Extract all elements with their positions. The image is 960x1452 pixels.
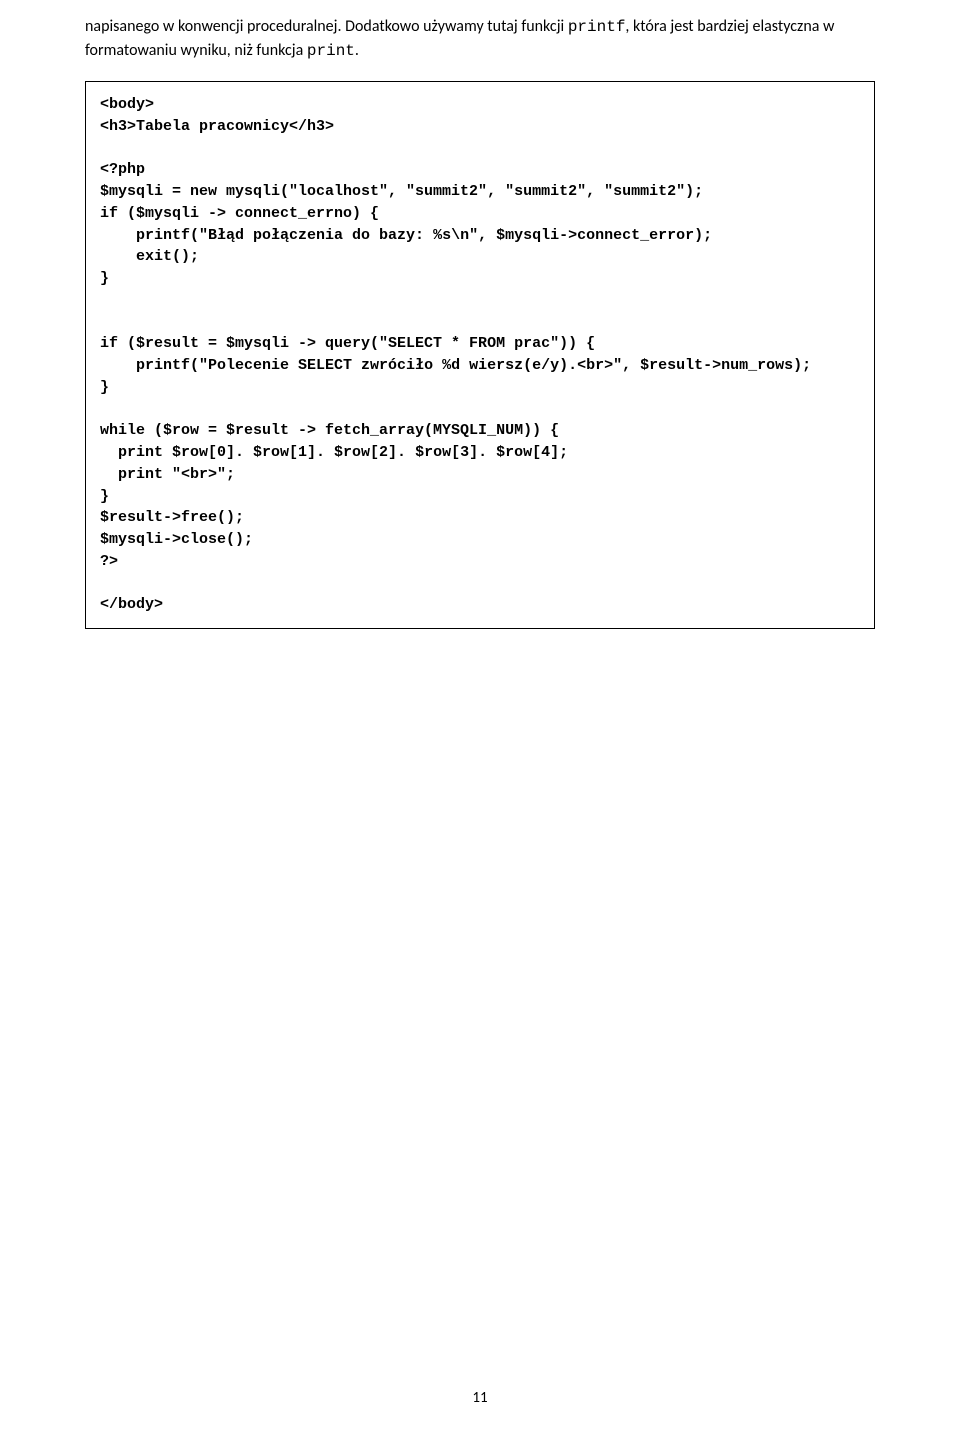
intro-paragraph: napisanego w konwencji proceduralnej. Do… <box>85 0 875 63</box>
intro-part1: napisanego w konwencji proceduralnej. Do… <box>85 17 568 36</box>
code-block: <body> <h3>Tabela pracownicy</h3> <?php … <box>85 81 875 629</box>
intro-mono1: printf <box>568 18 626 36</box>
intro-part3: . <box>355 41 359 60</box>
page-number: 11 <box>0 1389 960 1407</box>
intro-mono2: print <box>307 42 355 60</box>
